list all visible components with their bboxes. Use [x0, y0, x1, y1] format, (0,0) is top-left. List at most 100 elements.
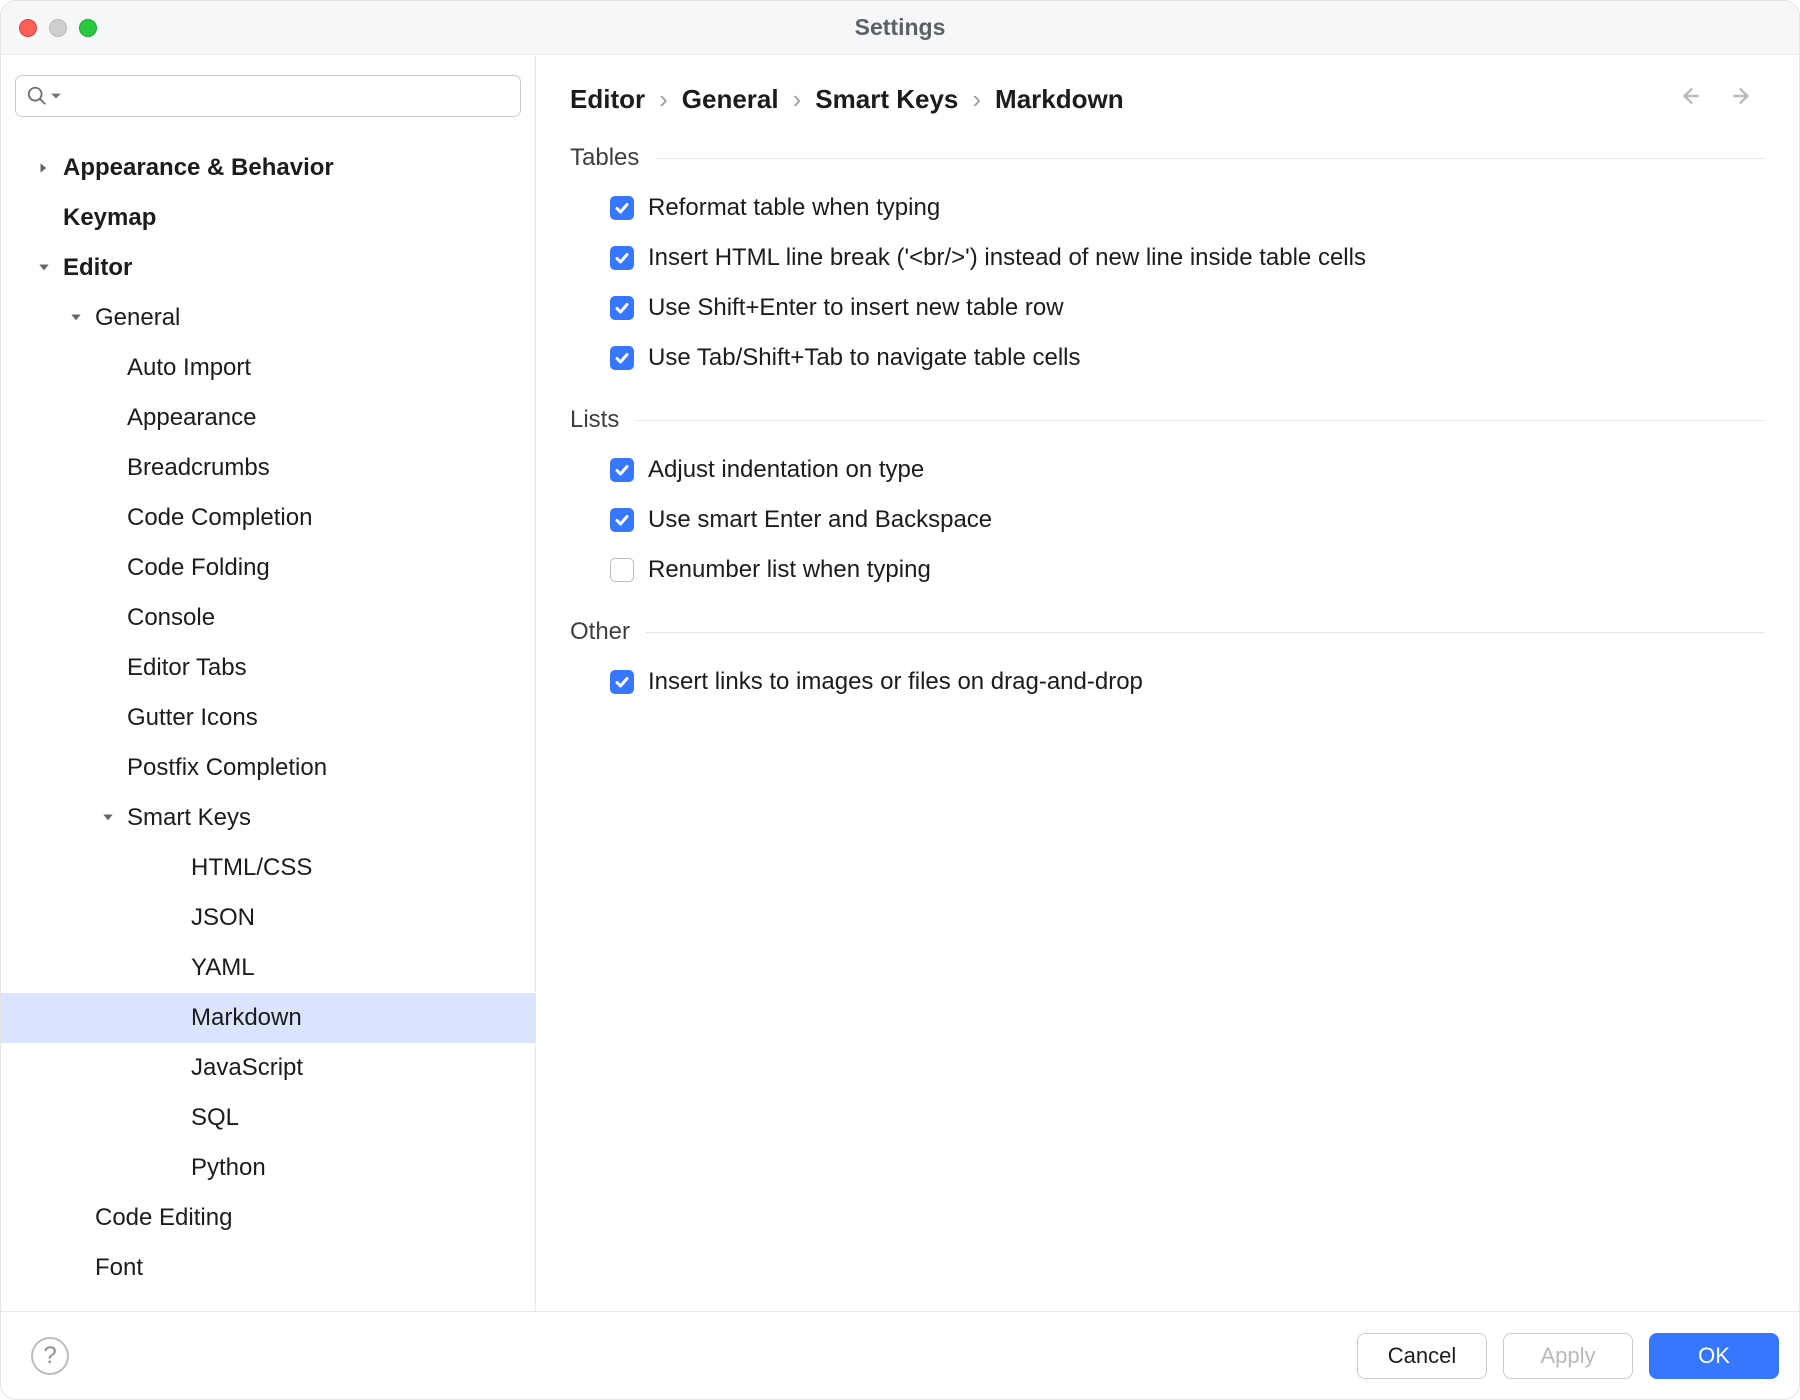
- breadcrumb-separator: ›: [972, 84, 981, 115]
- disclosure-right-icon[interactable]: [35, 159, 53, 177]
- sidebar-item-label: Appearance & Behavior: [63, 154, 334, 182]
- arrow-left-icon: [1677, 83, 1703, 109]
- sidebar-item-label: Keymap: [63, 204, 156, 232]
- checkbox[interactable]: [610, 458, 634, 482]
- option-row[interactable]: Use Tab/Shift+Tab to navigate table cell…: [570, 344, 1765, 372]
- ok-button[interactable]: OK: [1649, 1333, 1779, 1379]
- sidebar-item-label: Markdown: [191, 1004, 302, 1032]
- sidebar-item-label: Gutter Icons: [127, 704, 258, 732]
- sidebar-item-code-folding[interactable]: Code Folding: [1, 543, 535, 593]
- sidebar-item-javascript[interactable]: JavaScript: [1, 1043, 535, 1093]
- history-forward-button[interactable]: [1729, 83, 1755, 116]
- cancel-button[interactable]: Cancel: [1357, 1333, 1487, 1379]
- section-title: Lists: [570, 406, 619, 434]
- settings-footer: ? Cancel Apply OK: [1, 1311, 1799, 1399]
- sidebar-item-label: Appearance: [127, 404, 256, 432]
- search-history-caret-icon: [50, 90, 62, 102]
- settings-content: Editor›General›Smart Keys›Markdown Table…: [536, 55, 1799, 1311]
- sidebar-item-smart-keys[interactable]: Smart Keys: [1, 793, 535, 843]
- sidebar-item-label: Code Editing: [95, 1204, 232, 1232]
- sidebar-item-html-css[interactable]: HTML/CSS: [1, 843, 535, 893]
- settings-tree[interactable]: Appearance & Behavior Keymap Editor General…: [1, 127, 535, 1311]
- option-row[interactable]: Use Shift+Enter to insert new table row: [570, 294, 1765, 322]
- settings-search[interactable]: [15, 75, 521, 117]
- breadcrumb-item[interactable]: General: [682, 84, 779, 115]
- option-row[interactable]: Renumber list when typing: [570, 556, 1765, 584]
- section-title: Tables: [570, 144, 639, 172]
- sidebar-item-label: Font: [95, 1254, 143, 1282]
- breadcrumb-separator: ›: [793, 84, 802, 115]
- section-tables: Tables Reformat table when typing Insert H…: [570, 144, 1765, 372]
- option-row[interactable]: Insert HTML line break ('<br/>') instead…: [570, 244, 1765, 272]
- option-label: Adjust indentation on type: [648, 456, 924, 484]
- sidebar-item-label: JSON: [191, 904, 255, 932]
- sidebar-item-sql[interactable]: SQL: [1, 1093, 535, 1143]
- option-row[interactable]: Reformat table when typing: [570, 194, 1765, 222]
- settings-sidebar: Appearance & Behavior Keymap Editor General…: [1, 55, 536, 1311]
- search-input[interactable]: [64, 83, 510, 109]
- sidebar-item-general[interactable]: General: [1, 293, 535, 343]
- sidebar-item-json[interactable]: JSON: [1, 893, 535, 943]
- sidebar-item-label: Code Completion: [127, 504, 312, 532]
- sidebar-item-gutter-icons[interactable]: Gutter Icons: [1, 693, 535, 743]
- sidebar-item-label: Smart Keys: [127, 804, 251, 832]
- help-button[interactable]: ?: [31, 1337, 69, 1375]
- sidebar-item-postfix-completion[interactable]: Postfix Completion: [1, 743, 535, 793]
- breadcrumb-item[interactable]: Smart Keys: [815, 84, 958, 115]
- option-label: Insert links to images or files on drag-…: [648, 668, 1143, 696]
- sidebar-item-label: Console: [127, 604, 215, 632]
- titlebar: Settings: [1, 1, 1799, 55]
- sidebar-item-yaml[interactable]: YAML: [1, 943, 535, 993]
- option-label: Renumber list when typing: [648, 556, 931, 584]
- option-row[interactable]: Adjust indentation on type: [570, 456, 1765, 484]
- disclosure-down-icon[interactable]: [67, 309, 85, 327]
- history-nav: [1677, 83, 1765, 116]
- apply-button[interactable]: Apply: [1503, 1333, 1633, 1379]
- settings-body: Appearance & Behavior Keymap Editor General…: [1, 55, 1799, 1311]
- sidebar-item-font[interactable]: Font: [1, 1243, 535, 1293]
- breadcrumb-item[interactable]: Markdown: [995, 84, 1124, 115]
- sidebar-item-label: YAML: [191, 954, 255, 982]
- checkbox[interactable]: [610, 296, 634, 320]
- sidebar-item-code-completion[interactable]: Code Completion: [1, 493, 535, 543]
- checkbox[interactable]: [610, 196, 634, 220]
- checkbox[interactable]: [610, 346, 634, 370]
- sidebar-item-label: HTML/CSS: [191, 854, 312, 882]
- sidebar-item-breadcrumbs[interactable]: Breadcrumbs: [1, 443, 535, 493]
- settings-sections: Tables Reformat table when typing Insert H…: [570, 144, 1765, 730]
- sidebar-item-appearance-behavior[interactable]: Appearance & Behavior: [1, 143, 535, 193]
- option-row[interactable]: Use smart Enter and Backspace: [570, 506, 1765, 534]
- sidebar-item-label: Code Folding: [127, 554, 270, 582]
- checkbox[interactable]: [610, 246, 634, 270]
- window-title: Settings: [1, 14, 1799, 41]
- sidebar-item-editor-tabs[interactable]: Editor Tabs: [1, 643, 535, 693]
- sidebar-item-auto-import[interactable]: Auto Import: [1, 343, 535, 393]
- sidebar-item-keymap[interactable]: Keymap: [1, 193, 535, 243]
- sidebar-item-label: Editor: [63, 254, 132, 282]
- checkbox[interactable]: [610, 558, 634, 582]
- checkbox[interactable]: [610, 670, 634, 694]
- disclosure-down-icon[interactable]: [99, 809, 117, 827]
- sidebar-item-markdown[interactable]: Markdown: [1, 993, 535, 1043]
- section-divider: [655, 158, 1765, 159]
- breadcrumb-item[interactable]: Editor: [570, 84, 645, 115]
- sidebar-item-editor[interactable]: Editor: [1, 243, 535, 293]
- sidebar-item-label: Auto Import: [127, 354, 251, 382]
- section-lists: Lists Adjust indentation on type Use smart…: [570, 406, 1765, 584]
- sidebar-item-console[interactable]: Console: [1, 593, 535, 643]
- option-row[interactable]: Insert links to images or files on drag-…: [570, 668, 1765, 696]
- checkbox[interactable]: [610, 508, 634, 532]
- option-label: Reformat table when typing: [648, 194, 940, 222]
- sidebar-item-appearance[interactable]: Appearance: [1, 393, 535, 443]
- search-icon: [26, 85, 48, 107]
- history-back-button[interactable]: [1677, 83, 1703, 116]
- disclosure-down-icon[interactable]: [35, 259, 53, 277]
- option-label: Insert HTML line break ('<br/>') instead…: [648, 244, 1366, 272]
- sidebar-item-label: JavaScript: [191, 1054, 303, 1082]
- sidebar-item-label: Editor Tabs: [127, 654, 247, 682]
- sidebar-item-code-editing[interactable]: Code Editing: [1, 1193, 535, 1243]
- sidebar-item-python[interactable]: Python: [1, 1143, 535, 1193]
- sidebar-item-label: SQL: [191, 1104, 239, 1132]
- section-divider: [635, 420, 1765, 421]
- sidebar-item-label: General: [95, 304, 180, 332]
